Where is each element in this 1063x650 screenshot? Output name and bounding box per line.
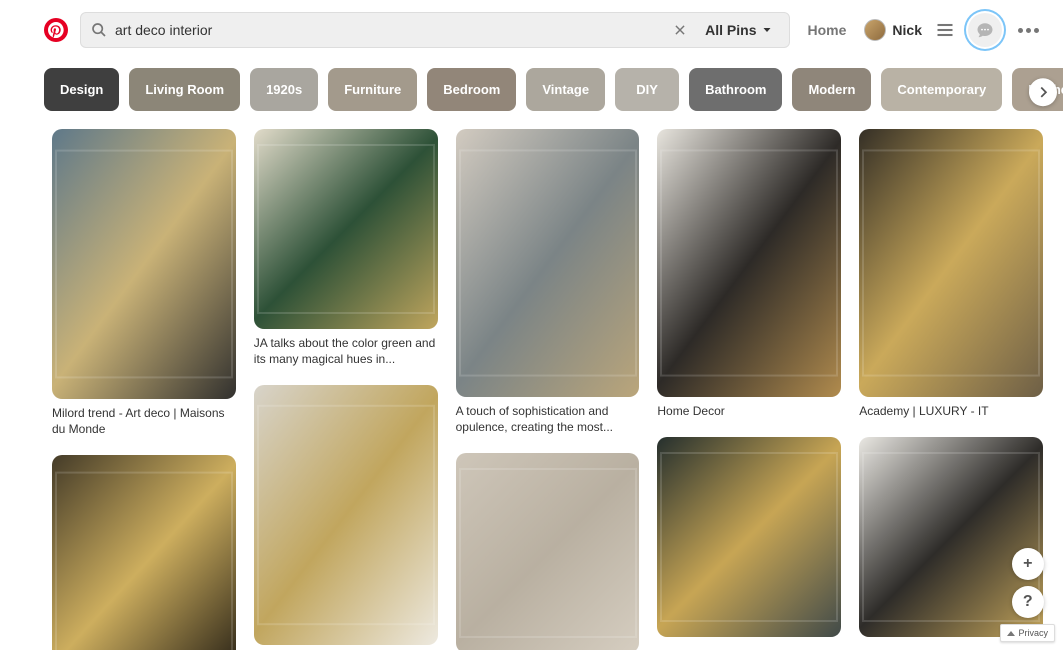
search-bar: All Pins [80,12,790,48]
chip-bathroom[interactable]: Bathroom [689,68,782,111]
pin-caption: Home Decor [657,403,841,419]
chip-bedroom[interactable]: Bedroom [427,68,516,111]
chip-contemporary[interactable]: Contemporary [881,68,1002,111]
pin-image [254,129,438,329]
pin[interactable] [657,437,841,637]
pin[interactable] [52,455,236,650]
search-filter-dropdown[interactable]: All Pins [699,22,778,38]
pin-image [657,129,841,397]
chip-vintage[interactable]: Vintage [526,68,605,111]
chevron-down-icon [761,24,773,36]
search-input[interactable] [115,22,661,38]
pin[interactable]: Milord trend - Art deco | Maisons du Mon… [52,129,236,437]
chip-diy[interactable]: DIY [615,68,679,111]
pin-image [254,385,438,645]
home-link[interactable]: Home [802,22,853,38]
avatar [864,19,886,41]
pin-caption: JA talks about the color green and its m… [254,335,438,367]
pin[interactable] [254,385,438,645]
chip-design[interactable]: Design [44,68,119,111]
chip-modern[interactable]: Modern [792,68,871,111]
header: All Pins Home Nick [0,0,1063,60]
add-fab[interactable]: + [1012,548,1044,580]
pin-image [52,129,236,399]
pin-image [456,129,640,397]
guided-search-chips: DesignLiving Room1920sFurnitureBedroomVi… [0,60,1063,129]
filter-label: All Pins [705,22,756,38]
privacy-triangle-icon [1007,631,1015,636]
user-name: Nick [892,22,922,38]
pin-caption: Academy | LUXURY - IT [859,403,1043,419]
pin-grid: Milord trend - Art deco | Maisons du Mon… [0,129,1063,650]
search-icon [91,22,107,38]
clear-search-button[interactable] [669,19,691,41]
pin-caption: A touch of sophistication and opulence, … [456,403,640,435]
more-button[interactable] [1014,24,1043,37]
chips-scroll-right-button[interactable] [1029,78,1057,106]
pin-image [859,129,1043,397]
menu-icon[interactable] [934,19,956,41]
help-fab[interactable]: ? [1012,586,1044,618]
floating-actions: + ? Privacy [1000,548,1055,642]
privacy-button[interactable]: Privacy [1000,624,1055,642]
pin[interactable]: A touch of sophistication and opulence, … [456,129,640,435]
pin[interactable]: Academy | LUXURY - IT [859,129,1043,419]
chip-1920s[interactable]: 1920s [250,68,318,111]
pin-image [52,455,236,650]
chip-furniture[interactable]: Furniture [328,68,417,111]
chip-living-room[interactable]: Living Room [129,68,240,111]
pin-image [456,453,640,650]
pin[interactable]: JA talks about the color green and its m… [254,129,438,367]
pin[interactable] [456,453,640,650]
pin-caption: Milord trend - Art deco | Maisons du Mon… [52,405,236,437]
pin[interactable]: Home Decor [657,129,841,419]
pinterest-logo[interactable] [44,18,68,42]
user-menu[interactable]: Nick [864,19,922,41]
pin-image [657,437,841,637]
chat-button[interactable] [968,13,1002,47]
